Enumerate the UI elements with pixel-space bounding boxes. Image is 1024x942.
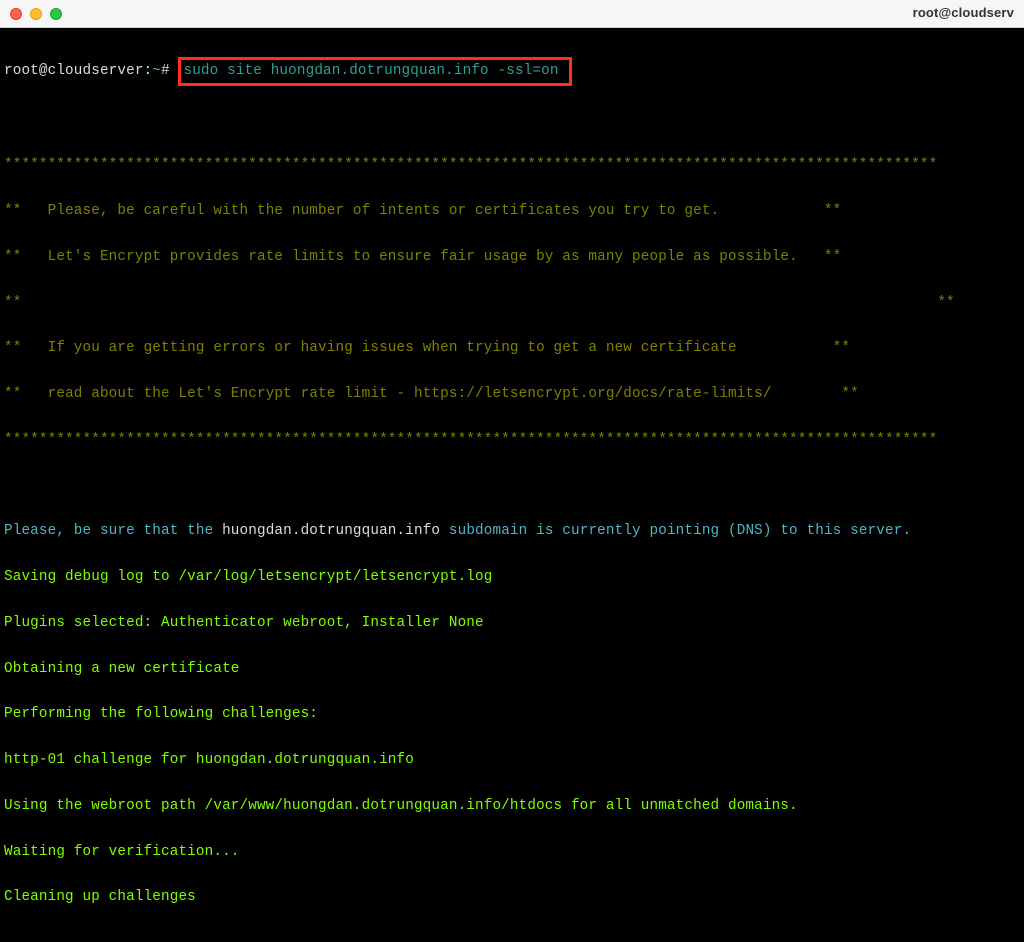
banner-line-4: ** If you are getting errors or having i…: [4, 337, 1020, 360]
terminal-body[interactable]: root@cloudserver:~# sudo site huongdan.d…: [0, 28, 1024, 942]
minimize-icon[interactable]: [30, 8, 42, 20]
blank-line: [4, 932, 1020, 942]
dns-line: Please, be sure that the huongdan.dotrun…: [4, 520, 1020, 543]
blank-line: [4, 109, 1020, 132]
blank-line: [4, 475, 1020, 498]
banner-star: **: [4, 340, 48, 356]
prompt-line-1: root@cloudserver:~# sudo site huongdan.d…: [4, 57, 1020, 86]
banner-star: **: [4, 203, 48, 219]
log-line: Plugins selected: Authenticator webroot,…: [4, 612, 1020, 635]
dns-text: subdomain is currently pointing (DNS) to…: [440, 523, 911, 539]
banner-line-3: ** **: [4, 292, 1020, 315]
banner-star: **: [4, 386, 48, 402]
banner-star: **: [798, 249, 842, 265]
log-line: http-01 challenge for huongdan.dotrungqu…: [4, 749, 1020, 772]
banner-star: **: [21, 295, 954, 311]
banner-text: Let's Encrypt provides rate limits to en…: [48, 249, 798, 265]
dns-domain: huongdan.dotrungquan.info: [222, 523, 440, 539]
zoom-icon[interactable]: [50, 8, 62, 20]
banner-line-5: ** read about the Let's Encrypt rate lim…: [4, 383, 1020, 406]
window-titlebar: root@cloudserv: [0, 0, 1024, 28]
log-line: Waiting for verification...: [4, 841, 1020, 864]
banner-text: read about the Let's Encrypt rate limit …: [48, 386, 772, 402]
banner-star: **: [4, 295, 21, 311]
banner-star: **: [772, 386, 859, 402]
banner-star: **: [737, 340, 850, 356]
prompt-hash: #: [161, 63, 178, 79]
prompt-userhost: root@cloudserver:: [4, 63, 152, 79]
traffic-lights: [10, 8, 62, 20]
close-icon[interactable]: [10, 8, 22, 20]
banner-star: **: [4, 249, 48, 265]
highlight-command: sudo site huongdan.dotrungquan.info -ssl…: [178, 57, 572, 86]
banner-star: **: [719, 203, 841, 219]
prompt-path: ~: [152, 63, 161, 79]
command-text: sudo site huongdan.dotrungquan.info -ssl…: [183, 63, 567, 79]
banner-border-top: ****************************************…: [4, 154, 1020, 177]
banner-line-2: ** Let's Encrypt provides rate limits to…: [4, 246, 1020, 269]
banner-border-bottom: ****************************************…: [4, 429, 1020, 452]
banner-line-1: ** Please, be careful with the number of…: [4, 200, 1020, 223]
log-line: Obtaining a new certificate: [4, 658, 1020, 681]
window-title: root@cloudserv: [913, 3, 1014, 24]
log-line: Using the webroot path /var/www/huongdan…: [4, 795, 1020, 818]
log-line: Cleaning up challenges: [4, 886, 1020, 909]
log-line: Saving debug log to /var/log/letsencrypt…: [4, 566, 1020, 589]
log-line: Performing the following challenges:: [4, 703, 1020, 726]
banner-text: If you are getting errors or having issu…: [48, 340, 737, 356]
banner-text: Please, be careful with the number of in…: [48, 203, 720, 219]
dns-text: Please, be sure that the: [4, 523, 222, 539]
